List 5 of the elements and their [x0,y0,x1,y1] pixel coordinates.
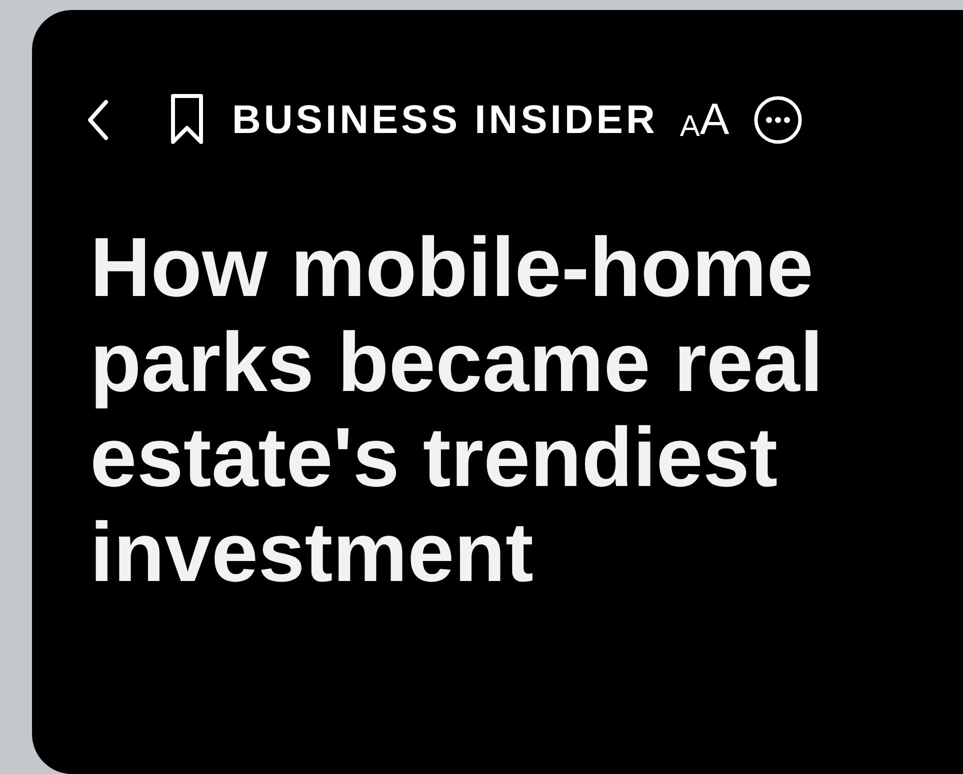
logo: BUSINESS INSIDER [232,100,658,140]
headline: How mobile-home parks became real estate's trendiest investment [90,220,824,600]
back-icon[interactable] [86,98,110,142]
more-icon[interactable] [753,95,804,145]
text-size-button[interactable]: AA [680,98,730,142]
